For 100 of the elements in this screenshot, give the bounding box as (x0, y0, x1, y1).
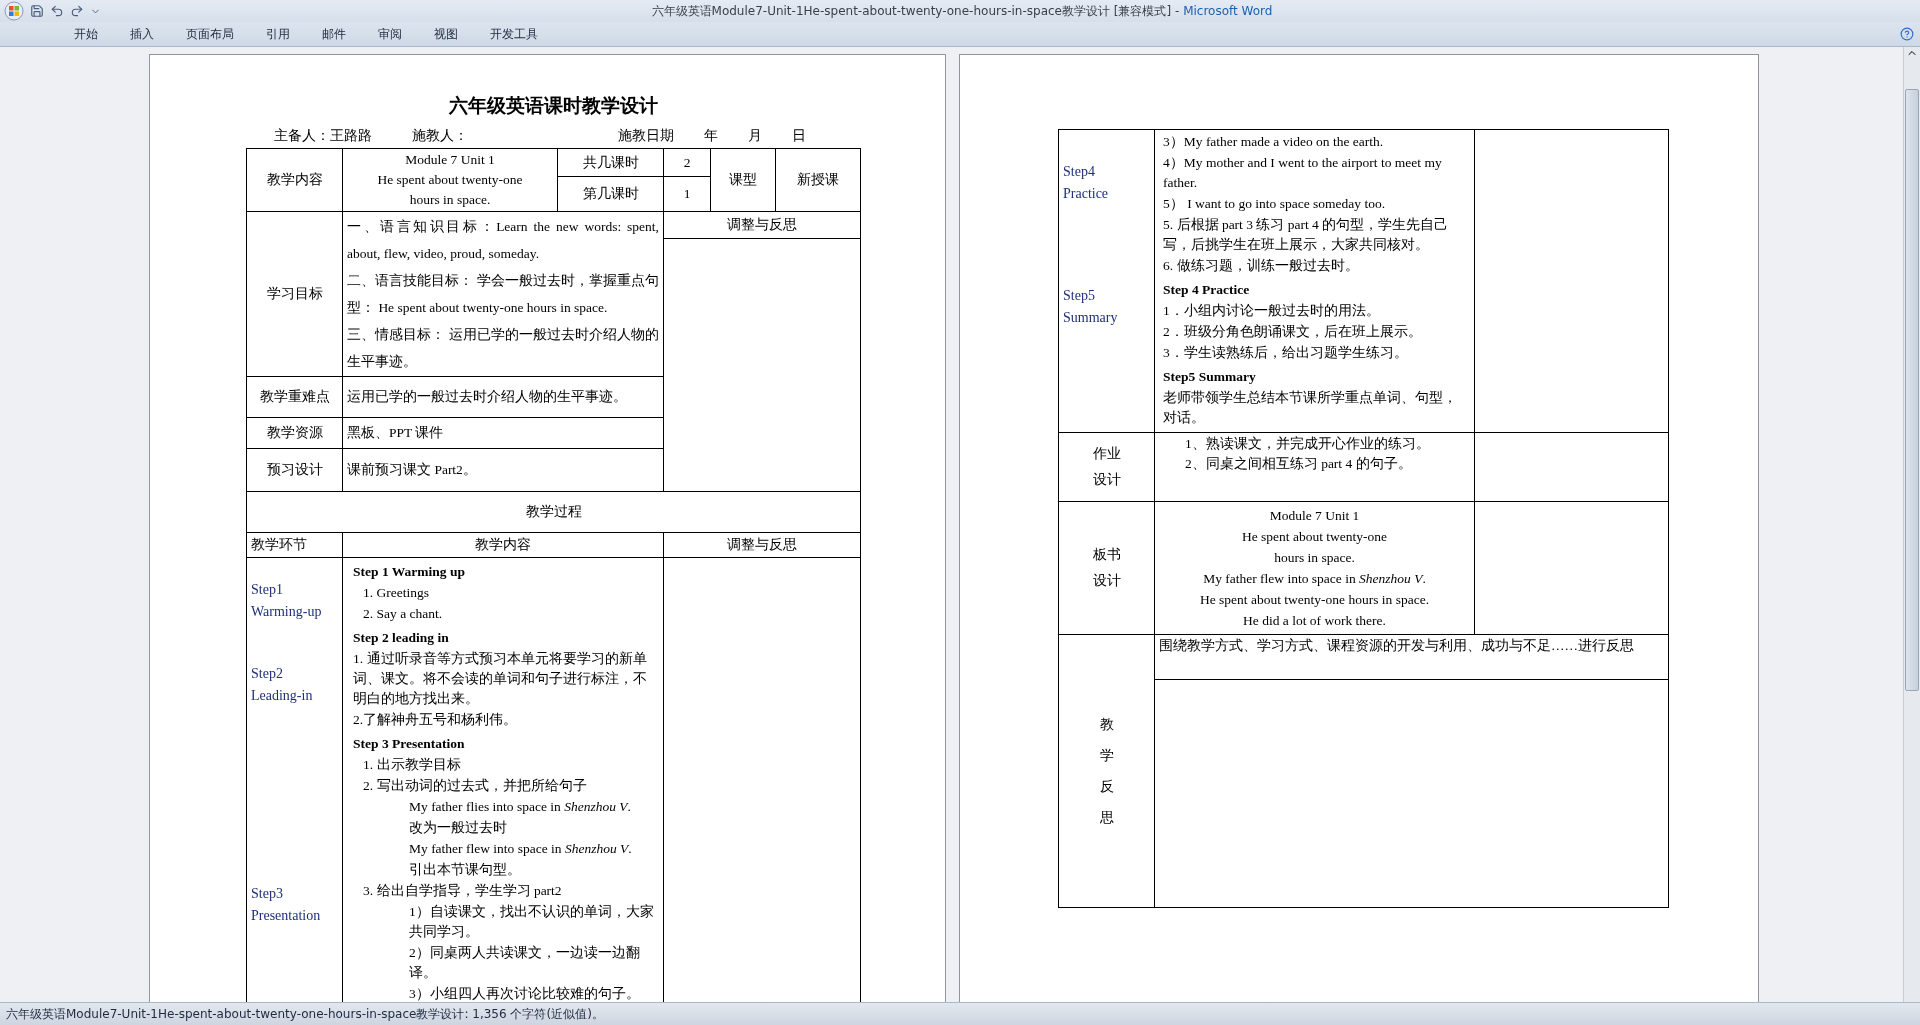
redo-icon[interactable] (70, 4, 84, 18)
board-line: hours in space. (1273, 549, 1356, 567)
title-separator: - (1175, 3, 1180, 18)
step-heading: Step 4 Practice (1163, 281, 1251, 299)
goal-text: 一、语言知识目标：Learn the new words: spent, about, flew, video, proud, someday. (347, 218, 659, 263)
cell-label: 共几课时 (581, 153, 640, 172)
office-logo-icon[interactable] (4, 1, 24, 21)
row-label: 学 (1098, 747, 1115, 765)
row-label: 作业 (1091, 445, 1122, 463)
list-item: 3. 给出自学指导，学生学习 part2 (362, 882, 563, 900)
row-label: 设计 (1091, 471, 1122, 489)
stage-label: Step3 (251, 885, 284, 903)
row-label: 教学资源 (265, 424, 324, 442)
header-field: 主备人：王路路 (274, 127, 372, 145)
stage-label: Practice (1063, 185, 1110, 203)
paragraph: My father flew into space in Shenzhou V. (408, 840, 633, 858)
paragraph: 2）同桌两人共读课文，一边读一边翻译。 (408, 944, 641, 982)
save-icon[interactable] (30, 4, 44, 18)
list-item: 1. 出示教学目标 (362, 756, 462, 774)
paragraph: 2.了解神舟五号和杨利伟。 (353, 711, 519, 729)
content-line: Module 7 Unit 1 (404, 151, 496, 169)
header-field: 施教人： (412, 127, 468, 145)
header-field: 施教日期 (618, 127, 674, 145)
header-field: 年 (704, 127, 718, 145)
board-line: My father flew into space in Shenzhou V. (1202, 570, 1427, 588)
header-field: 月 (748, 127, 762, 145)
row-label: 预习设计 (265, 461, 324, 479)
paragraph: 改为一般过去时 (408, 819, 508, 837)
paragraph: 2．班级分角色朗诵课文，后在班上展示。 (1163, 323, 1423, 341)
document-title: 六年级英语课时教学设计 (447, 93, 659, 118)
ribbon-tab[interactable]: 插入 (114, 22, 170, 46)
homework-line: 2、同桌之间相互练习 part 4 的句子。 (1185, 455, 1413, 473)
paragraph: 1．小组内讨论一般过去时的用法。 (1163, 302, 1381, 320)
help-icon[interactable] (1900, 27, 1914, 41)
goal-text: 二、语言技能目标： 学会一般过去时，掌握重点句型： He spent about twenty-one hours in space. (347, 272, 659, 317)
row-label: 思 (1098, 809, 1115, 827)
ribbon-tab[interactable]: 开发工具 (474, 22, 554, 46)
cell-value: 1 (682, 185, 692, 203)
board-line: He did a lot of work there. (1242, 612, 1387, 630)
content-line: hours in space. (408, 191, 492, 209)
list-item: 2. Say a chant. (362, 605, 444, 623)
paragraph: 5. 后根据 part 3 练习 part 4 的句型，学生先自己写，后挑学生在班上展示，大家共同核对。 (1163, 216, 1450, 254)
cell-text: 运用已学的一般过去时介绍人物的生平事迹。 (347, 388, 628, 406)
column-header: 教学环节 (251, 536, 308, 554)
cell-label: 课型 (728, 171, 758, 189)
list-item: 1. Greetings (362, 584, 430, 602)
stage-label: Summary (1063, 309, 1119, 327)
stage-label: Step1 (251, 581, 284, 599)
goal-text: 三、情感目标： 运用已学的一般过去时介绍人物的生平事迹。 (347, 326, 659, 371)
ribbon-tab[interactable]: 审阅 (362, 22, 418, 46)
cell-label: 第几课时 (581, 185, 640, 203)
content-line: He spent about twenty-one (376, 171, 524, 189)
ribbon-tab[interactable]: 页面布局 (170, 22, 250, 46)
step-heading: Step 1 Warming up (353, 563, 466, 581)
cell-value: 2 (682, 153, 692, 172)
board-line: He spent about twenty-one (1240, 528, 1389, 546)
section-title: 教学过程 (524, 503, 583, 521)
paragraph: 5） I want to go into space someday too. (1163, 195, 1387, 213)
reflection-prompt: 围绕教学方式、学习方式、课程资源的开发与利用、成功与不足……进行反思 (1159, 637, 1635, 655)
paragraph: 老师带领学生总结本节课所学重点单词、句型，对话。 (1163, 389, 1458, 427)
ribbon-tab[interactable]: 视图 (418, 22, 474, 46)
column-header: 调整与反思 (726, 536, 798, 554)
step-heading: Step 2 leading in (353, 629, 450, 647)
board-line: He spent about twenty-one hours in space. (1198, 591, 1431, 609)
stage-label: Presentation (251, 907, 322, 925)
list-item: 2. 写出动词的过去式，并把所给句子 (362, 777, 588, 795)
cell-text: 课前预习课文 Part2。 (347, 461, 478, 479)
stage-label: Leading-in (251, 687, 314, 705)
ribbon-tab[interactable]: 开始 (58, 22, 114, 46)
cell-value: 新授课 (796, 171, 840, 189)
row-label: 反 (1098, 778, 1115, 796)
cell-text: 黑板、PPT 课件 (347, 424, 445, 442)
window-title: 六年级英语Module7-Unit-1He-spent-about-twenty-one-hours-in-space教学设计 [兼容模式] - Microsoft Word (650, 2, 1274, 20)
stage-label: Warming-up (251, 603, 323, 621)
homework-line: 1、熟读课文，并完成开心作业的练习。 (1185, 435, 1431, 453)
ribbon-tab[interactable]: 邮件 (306, 22, 362, 46)
paragraph: 6. 做练习题，训练一般过去时。 (1163, 257, 1360, 275)
stage-label: Step5 (1063, 287, 1096, 305)
paragraph: 引出本节课句型。 (408, 861, 522, 879)
column-header: 教学内容 (474, 536, 532, 554)
row-label: 板书 (1091, 546, 1122, 564)
row-label: 教 (1098, 716, 1115, 734)
paragraph: 1）自读课文，找出不认识的单词，大家共同学习。 (408, 903, 655, 941)
ribbon-tab[interactable]: 引用 (250, 22, 306, 46)
step-heading: Step 3 Presentation (353, 735, 466, 753)
stage-label: Step4 (1063, 163, 1096, 181)
column-header: 调整与反思 (726, 216, 798, 234)
status-text: 六年级英语Module7-Unit-1He-spent-about-twenty-one-hours-in-space教学设计: 1,356 个字符(近似值)。 (6, 1005, 604, 1023)
undo-icon[interactable] (50, 4, 64, 18)
row-label: 教学重难点 (258, 388, 331, 406)
paragraph: 3．学生读熟练后，给出习题学生练习。 (1163, 344, 1409, 362)
paragraph: My father flies into space in Shenzhou V. (408, 798, 632, 816)
row-label: 学习目标 (265, 285, 324, 303)
row-label: 设计 (1091, 572, 1122, 590)
step-heading: Step5 Summary (1163, 368, 1257, 386)
header-field: 日 (792, 127, 806, 145)
paragraph: 4）My mother and I went to the airport to meet my father. (1163, 154, 1443, 192)
row-label: 教学内容 (265, 171, 324, 189)
board-line: Module 7 Unit 1 (1268, 507, 1361, 525)
stage-label: Step2 (251, 665, 284, 683)
